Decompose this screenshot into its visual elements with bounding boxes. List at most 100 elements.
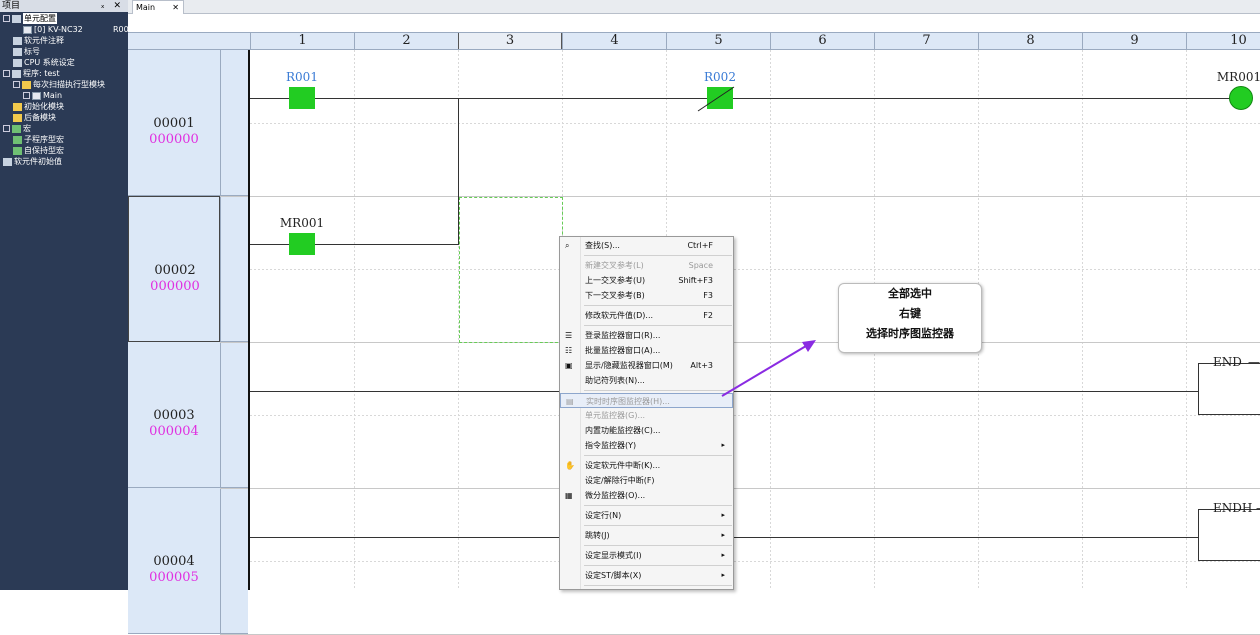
menu-item[interactable]: 设定ST/脚本(X) ▸ (560, 568, 733, 583)
tree-item[interactable]: 自保持型宏 (13, 145, 64, 156)
grid-icon (12, 14, 21, 23)
tree-item[interactable]: 宏 (3, 123, 31, 134)
tree-item-label: 每次扫描执行型模块 (33, 80, 105, 89)
row-number-cell[interactable]: 00001 000000 (128, 50, 220, 196)
menu-item[interactable]: 单元监控器(G)... (560, 408, 733, 423)
row-number-cell[interactable]: 00003 000004 (128, 342, 220, 488)
menu-item-label: 指令监控器(Y) (585, 441, 637, 450)
project-panel-title: 项目 (2, 1, 21, 11)
menu-item-shortcut: F2 (703, 311, 713, 320)
column-number[interactable]: 5 (666, 33, 770, 49)
tree-item[interactable]: 单元配置 (3, 13, 57, 24)
tree-item[interactable]: 标号 (13, 46, 40, 57)
menu-item[interactable]: 设定行(N) ▸ (560, 508, 733, 523)
end-instruction-box[interactable] (1198, 363, 1260, 415)
tab-main-label: Main (136, 3, 156, 12)
collapse-toggle-icon[interactable] (3, 125, 10, 132)
menu-item[interactable]: 助记符列表(N)... (560, 373, 733, 388)
collapse-toggle-icon[interactable] (3, 70, 10, 77)
list-icon: ☷ (565, 346, 573, 355)
submenu-arrow-icon: ▸ (721, 441, 725, 449)
tab-main[interactable]: Main ✕ (132, 0, 184, 14)
context-menu: ⌕ 查找(S)... Ctrl+F 新建交叉参考(L) Space 上一交叉参考(U) Sh… (559, 236, 734, 590)
column-number[interactable]: 10 (1186, 33, 1260, 49)
grid-line (250, 561, 1260, 562)
tree-item[interactable]: 软元件注释 (13, 35, 64, 46)
menu-item[interactable]: 设定显示模式(I) ▸ (560, 548, 733, 563)
tree-item-extra: R00 (113, 25, 129, 34)
contact-no[interactable] (289, 233, 315, 255)
column-number[interactable]: 9 (1082, 33, 1186, 49)
tree-item[interactable]: Main (23, 90, 62, 101)
endh-instruction: ENDH (1213, 501, 1253, 515)
output-coil[interactable] (1229, 86, 1253, 110)
column-number[interactable]: 8 (978, 33, 1082, 49)
row-divider (220, 342, 1260, 343)
project-panel-header: 项目 ₓ ✕ (0, 0, 128, 12)
grid-icon (3, 157, 12, 166)
endh-instruction-box[interactable] (1198, 509, 1260, 561)
column-number[interactable]: 6 (770, 33, 874, 49)
menu-item[interactable]: 新建交叉参考(L) Space (560, 258, 733, 273)
tree-item-label: [0] KV-NC32 (34, 25, 83, 34)
left-power-rail (248, 50, 250, 590)
menu-item[interactable]: 内置功能监控器(C)... (560, 423, 733, 438)
tree-item-label: 软元件初始值 (14, 157, 62, 166)
row-number-cell[interactable]: 00004 000005 (128, 488, 220, 634)
contact-nc[interactable] (697, 86, 735, 112)
tree-item[interactable]: 子程序型宏 (13, 134, 64, 145)
panel-controls[interactable]: ₓ ✕ (101, 0, 128, 12)
menu-item[interactable]: ✋ 设定软元件中断(K)... (560, 458, 733, 473)
step-number: 000000 (149, 132, 199, 147)
submenu-arrow-icon: ▸ (721, 551, 725, 559)
tree-item[interactable]: [0] KV-NC32 R00 (23, 24, 129, 35)
tab-close-icon[interactable]: ✕ (172, 1, 179, 14)
menu-item[interactable]: ⌕ 查找(S)... Ctrl+F (560, 238, 733, 253)
column-number[interactable]: 4 (562, 33, 666, 49)
tab-bar: Main ✕ (128, 0, 1260, 14)
folder-icon (13, 102, 22, 111)
tree-item[interactable]: 程序: test (3, 68, 60, 79)
menu-item[interactable]: ☰ 登录监控器窗口(R)... (560, 328, 733, 343)
contact-label: R001 (286, 70, 318, 84)
tree-item[interactable]: 后备模块 (13, 112, 56, 123)
list-icon: ☰ (565, 331, 573, 340)
tree-item-label: 标号 (24, 47, 40, 56)
tree-item-label: Main (43, 91, 63, 100)
step-number: 000005 (149, 570, 199, 585)
column-number[interactable]: 2 (354, 33, 458, 49)
selected-cell[interactable] (459, 197, 563, 343)
menu-item-label: 助记符列表(N)... (585, 376, 645, 385)
expand-toggle-icon[interactable] (23, 92, 30, 99)
menu-separator (584, 390, 732, 391)
tree-item[interactable]: CPU 系统设定 (13, 57, 75, 68)
collapse-toggle-icon[interactable] (3, 15, 10, 22)
menu-item[interactable]: ▤ 实时时序图监控器(H)... (560, 393, 733, 408)
menu-item[interactable]: ▦ 微分监控器(O)... (560, 488, 733, 503)
column-number[interactable]: 1 (250, 33, 354, 49)
tree-item[interactable]: 初始化模块 (13, 101, 64, 112)
grid-line (1082, 50, 1083, 590)
column-number[interactable]: 3 (458, 33, 562, 49)
grid-line (250, 123, 1260, 124)
grid-icon (13, 58, 22, 67)
contact-no[interactable] (289, 87, 315, 109)
grid-icon (12, 69, 21, 78)
tree-item[interactable]: 每次扫描执行型模块 (13, 79, 105, 90)
menu-item[interactable]: 设定/解除行中断(F) (560, 473, 733, 488)
menu-item[interactable]: ☷ 批量监控器窗口(A)... (560, 343, 733, 358)
endh-dash: — (1256, 501, 1260, 515)
contact-label: R002 (704, 70, 736, 84)
tree-item-label: 自保持型宏 (24, 146, 64, 155)
tree-item[interactable]: 软元件初始值 (3, 156, 62, 167)
menu-item[interactable]: 下一交叉参考(B) F3 (560, 288, 733, 303)
collapse-toggle-icon[interactable] (13, 81, 20, 88)
menu-item[interactable]: 修改软元件值(D)... F2 (560, 308, 733, 323)
menu-item[interactable]: 跳转(J) ▸ (560, 528, 733, 543)
row-number-cell[interactable]: 00002 000000 (128, 196, 220, 342)
tree-item-label: 宏 (23, 124, 31, 133)
menu-item[interactable]: ▣ 显示/隐藏监视器窗口(M) Alt+3 (560, 358, 733, 373)
column-number[interactable]: 7 (874, 33, 978, 49)
menu-item[interactable]: 指令监控器(Y) ▸ (560, 438, 733, 453)
menu-item[interactable]: 上一交叉参考(U) Shift+F3 (560, 273, 733, 288)
